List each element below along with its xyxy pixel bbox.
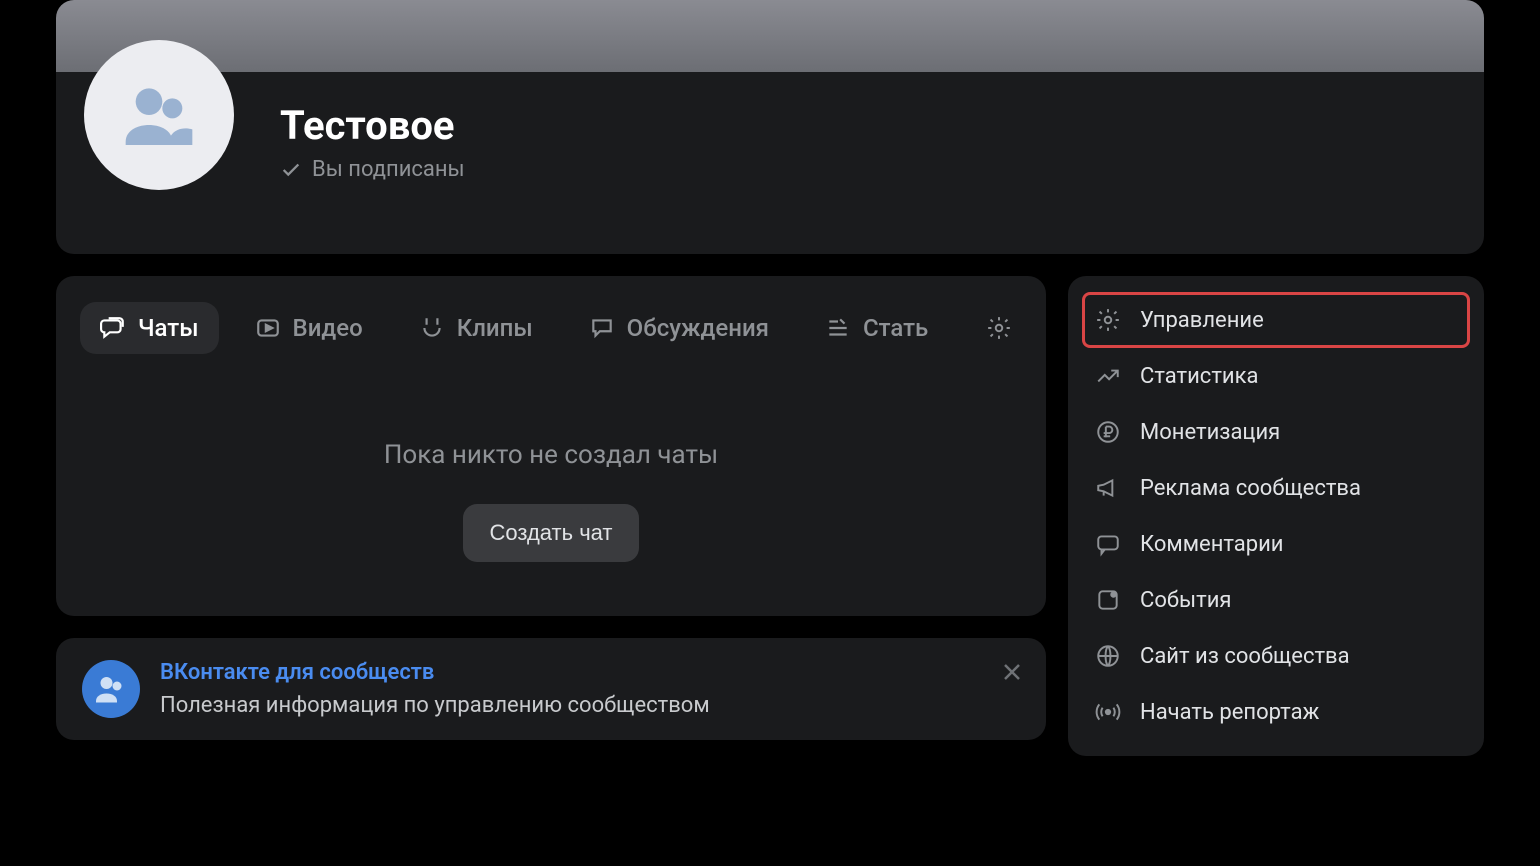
group-icon <box>93 671 129 707</box>
group-icon <box>119 75 199 155</box>
tabs-settings-button[interactable] <box>976 305 1022 351</box>
speech-icon <box>589 315 615 341</box>
menu-item-ads[interactable]: Реклама сообщества <box>1068 460 1484 516</box>
tab-discussions[interactable]: Обсуждения <box>569 302 789 354</box>
create-chat-button[interactable]: Создать чат <box>463 504 638 562</box>
menu-item-comments[interactable]: Комментарии <box>1068 516 1484 572</box>
promo-avatar <box>82 660 140 718</box>
menu-item-events[interactable]: События <box>1068 572 1484 628</box>
comment-icon <box>1095 531 1121 557</box>
tab-articles[interactable]: Стать <box>805 302 948 354</box>
subscribed-row[interactable]: Вы подписаны <box>280 157 1456 182</box>
close-icon <box>1000 660 1024 684</box>
menu-label: События <box>1140 588 1231 613</box>
menu-item-live[interactable]: Начать репортаж <box>1068 684 1484 740</box>
broadcast-icon <box>1095 699 1121 725</box>
globe-icon <box>1095 643 1121 669</box>
sidebar-menu: Управление Статистика Монетизация Реклам… <box>1068 276 1484 756</box>
menu-item-site[interactable]: Сайт из сообщества <box>1068 628 1484 684</box>
chat-bubble-icon <box>100 315 126 341</box>
tabs-row: Чаты Видео Клипы Обсуждения <box>56 276 1046 372</box>
cover-banner <box>56 0 1484 72</box>
tab-clips[interactable]: Клипы <box>399 302 553 354</box>
menu-item-monetize[interactable]: Монетизация <box>1068 404 1484 460</box>
stats-icon <box>1095 363 1121 389</box>
menu-label: Сайт из сообщества <box>1140 644 1350 669</box>
tab-video[interactable]: Видео <box>235 302 383 354</box>
gear-icon <box>986 315 1012 341</box>
clips-icon <box>419 315 445 341</box>
menu-label: Статистика <box>1140 364 1258 389</box>
promo-subtitle: Полезная информация по управлению сообще… <box>160 693 710 718</box>
gear-icon <box>1095 307 1121 333</box>
article-icon <box>825 315 851 341</box>
group-avatar[interactable] <box>84 40 234 190</box>
content-panel: Чаты Видео Клипы Обсуждения <box>56 276 1046 616</box>
tab-label: Клипы <box>457 314 533 342</box>
megaphone-icon <box>1095 475 1121 501</box>
tab-label: Обсуждения <box>627 314 769 342</box>
checkmark-icon <box>280 159 302 181</box>
menu-label: Реклама сообщества <box>1140 476 1361 501</box>
tab-label: Стать <box>863 314 928 342</box>
menu-label: Монетизация <box>1140 420 1280 445</box>
tab-label: Чаты <box>138 314 199 342</box>
group-title: Тестовое <box>280 102 1456 149</box>
menu-label: Начать репортаж <box>1140 700 1319 725</box>
menu-item-manage[interactable]: Управление <box>1082 292 1470 348</box>
empty-state: Пока никто не создал чаты Создать чат <box>56 372 1046 616</box>
tab-chats[interactable]: Чаты <box>80 302 219 354</box>
event-icon <box>1095 587 1121 613</box>
menu-label: Управление <box>1140 308 1264 333</box>
ruble-icon <box>1095 419 1121 445</box>
empty-text: Пока никто не создал чаты <box>76 440 1026 470</box>
tab-label: Видео <box>293 314 363 342</box>
group-header: Тестовое Вы подписаны <box>56 72 1484 254</box>
promo-card[interactable]: ВКонтакте для сообществ Полезная информа… <box>56 638 1046 740</box>
menu-label: Комментарии <box>1140 532 1284 557</box>
subscribed-label: Вы подписаны <box>312 157 465 182</box>
promo-close-button[interactable] <box>1000 660 1024 688</box>
play-circle-icon <box>255 315 281 341</box>
menu-item-stats[interactable]: Статистика <box>1068 348 1484 404</box>
promo-title: ВКонтакте для сообществ <box>160 660 710 685</box>
